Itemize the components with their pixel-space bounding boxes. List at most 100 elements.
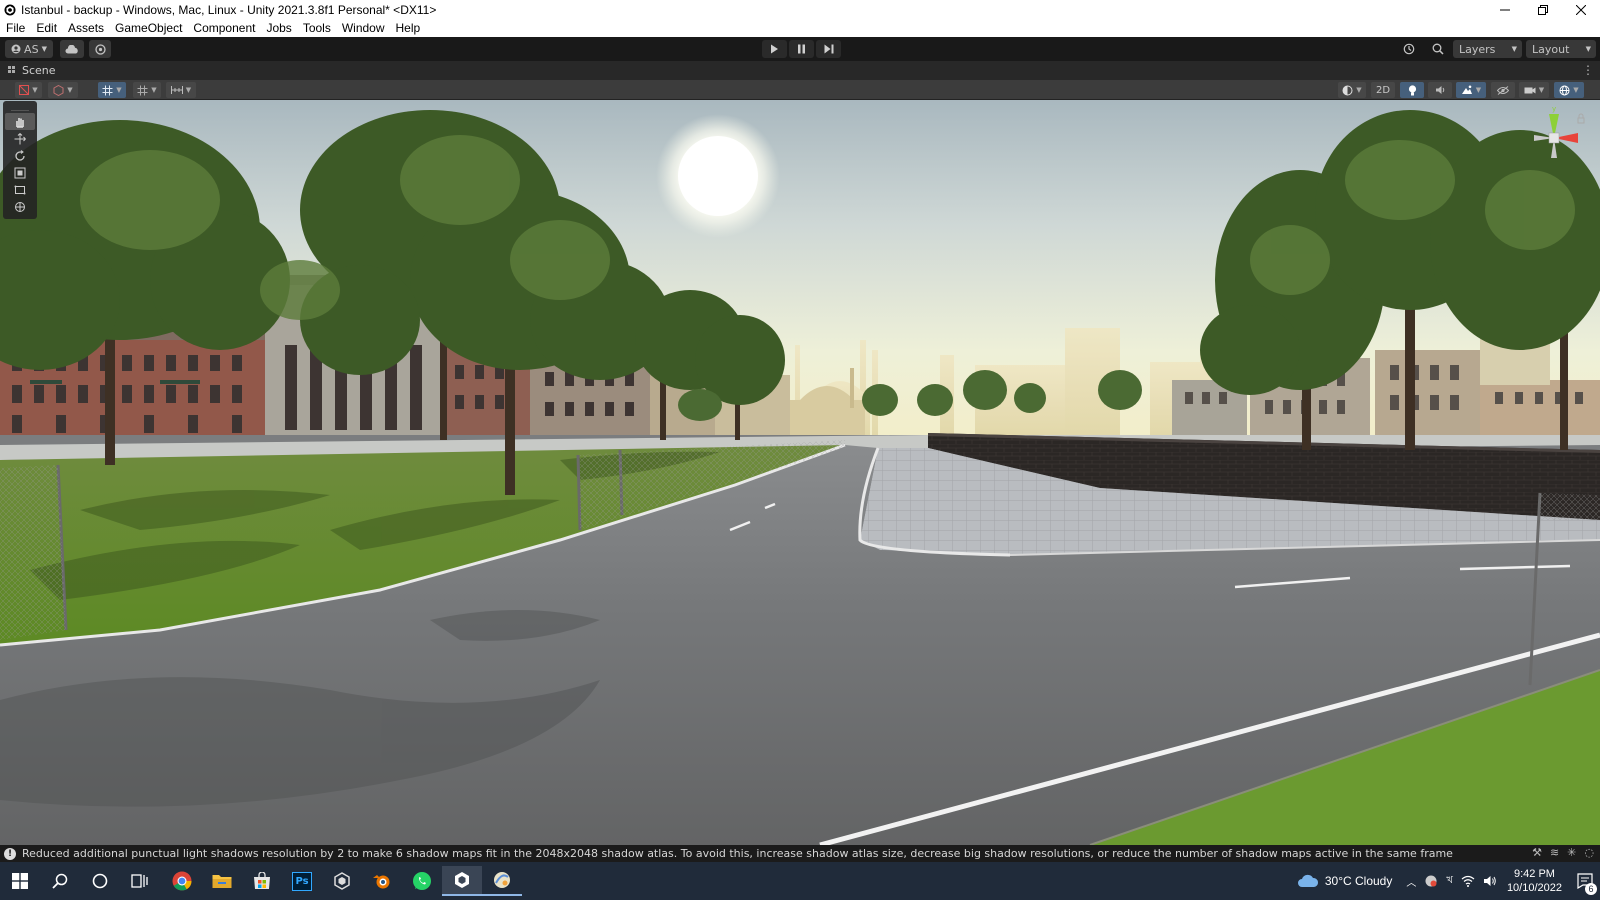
clock-date: 10/10/2022 bbox=[1506, 882, 1562, 894]
bug-icon[interactable]: ✳ bbox=[1567, 846, 1576, 859]
menu-assets[interactable]: Assets bbox=[64, 21, 108, 35]
restore-button[interactable] bbox=[1524, 0, 1562, 19]
effects-dropdown[interactable]: ▼ bbox=[1456, 82, 1486, 98]
menu-jobs[interactable]: Jobs bbox=[262, 21, 295, 35]
hand-tool-button[interactable] bbox=[5, 113, 35, 130]
start-button[interactable] bbox=[0, 866, 40, 896]
chevron-down-icon: ▼ bbox=[1585, 45, 1591, 53]
search-icon bbox=[1432, 43, 1444, 55]
unity-logo-icon bbox=[3, 3, 17, 17]
language-icon[interactable]: খ bbox=[1446, 873, 1453, 890]
taskbar-other-app[interactable] bbox=[482, 866, 522, 896]
scale-tool-icon bbox=[14, 167, 26, 178]
menu-component[interactable]: Component bbox=[189, 21, 259, 35]
menu-tools[interactable]: Tools bbox=[299, 21, 335, 35]
taskbar-unity-editor[interactable] bbox=[442, 866, 482, 896]
grid-visibility-dropdown[interactable]: ▼ bbox=[133, 82, 161, 98]
notification-center-button[interactable]: 6 bbox=[1570, 862, 1600, 900]
status-bar[interactable]: ! Reduced additional punctual light shad… bbox=[0, 845, 1600, 862]
menu-edit[interactable]: Edit bbox=[32, 21, 61, 35]
scene-viewport[interactable]: y bbox=[0, 100, 1600, 845]
chevron-down-icon: ▼ bbox=[1511, 45, 1517, 53]
windows-taskbar: Ps 30°C Cloudy ︿ খ 9:42 PM 10/10/2022 6 bbox=[0, 862, 1600, 900]
layers-label: Layers bbox=[1459, 42, 1496, 56]
shaded-mode-icon bbox=[19, 85, 30, 95]
taskbar-unity-hub[interactable] bbox=[322, 866, 362, 896]
render-mode-dropdown[interactable]: ▼ bbox=[1338, 82, 1366, 98]
main-toolbar: AS ▼ Layers ▼ Layout ▼ bbox=[0, 37, 1600, 61]
cloud-button[interactable] bbox=[60, 40, 84, 58]
tab-scene[interactable]: Scene bbox=[0, 64, 56, 77]
search-button[interactable] bbox=[1426, 40, 1450, 58]
taskbar-photoshop[interactable]: Ps bbox=[282, 866, 322, 896]
weather-text[interactable]: 30°C Cloudy bbox=[1325, 874, 1393, 888]
audio-toggle[interactable] bbox=[1428, 82, 1452, 98]
lighting-toggle[interactable] bbox=[1400, 82, 1424, 98]
play-button[interactable] bbox=[762, 40, 787, 58]
scene-tab-label: Scene bbox=[22, 64, 56, 77]
taskbar-whatsapp[interactable] bbox=[402, 866, 442, 896]
cortana-button[interactable] bbox=[80, 866, 120, 896]
progress-indicator-icon[interactable]: ⚒ bbox=[1532, 846, 1542, 859]
pause-button[interactable] bbox=[789, 40, 814, 58]
camera-settings-dropdown[interactable]: ▼ bbox=[1519, 82, 1549, 98]
transform-tool-button[interactable] bbox=[5, 198, 35, 215]
taskbar-blender[interactable] bbox=[362, 866, 402, 896]
view-options-dropdown[interactable]: ▼ bbox=[48, 82, 78, 98]
more-options-icon[interactable]: ⋮ bbox=[1582, 63, 1594, 77]
menu-file[interactable]: File bbox=[2, 21, 29, 35]
window-title: Istanbul - backup - Windows, Mac, Linux … bbox=[21, 2, 437, 17]
taskbar-file-explorer[interactable] bbox=[202, 866, 242, 896]
increment-snap-dropdown[interactable]: ▼ bbox=[166, 82, 196, 98]
cache-server-icon[interactable]: ≋ bbox=[1550, 846, 1559, 859]
volume-icon[interactable] bbox=[1483, 875, 1497, 887]
draw-mode-dropdown[interactable]: ▼ bbox=[15, 82, 42, 98]
camera-icon bbox=[1524, 87, 1536, 93]
wifi-icon[interactable] bbox=[1461, 875, 1475, 887]
layout-dropdown[interactable]: Layout ▼ bbox=[1526, 40, 1596, 58]
step-button[interactable] bbox=[816, 40, 841, 58]
hidden-objects-toggle[interactable] bbox=[1491, 82, 1515, 98]
tray-app-icon[interactable] bbox=[1424, 874, 1438, 888]
toggle-2d-button[interactable]: 2D bbox=[1371, 82, 1395, 98]
menu-bar: File Edit Assets GameObject Component Jo… bbox=[0, 19, 1600, 37]
clock[interactable]: 9:42 PM 10/10/2022 bbox=[1507, 867, 1562, 895]
taskbar-store[interactable] bbox=[242, 866, 282, 896]
hand-tool-icon bbox=[16, 117, 24, 128]
menu-gameobject[interactable]: GameObject bbox=[111, 21, 186, 35]
status-message: Reduced additional punctual light shadow… bbox=[22, 847, 1453, 860]
menu-window[interactable]: Window bbox=[338, 21, 389, 35]
taskbar-search-button[interactable] bbox=[40, 866, 80, 896]
rect-tool-button[interactable] bbox=[5, 181, 35, 198]
tray-expand-icon[interactable]: ︿ bbox=[1406, 874, 1416, 889]
scale-tool-button[interactable] bbox=[5, 164, 35, 181]
info-icon: ! bbox=[4, 847, 16, 860]
gizmos-dropdown[interactable]: ▼ bbox=[1554, 82, 1584, 98]
layout-label: Layout bbox=[1532, 42, 1570, 56]
account-dropdown[interactable]: AS ▼ bbox=[5, 40, 53, 58]
move-tool-icon bbox=[14, 132, 26, 144]
debug-mode-icon[interactable]: ◌ bbox=[1584, 846, 1594, 859]
collab-icon bbox=[94, 43, 106, 55]
collab-button[interactable] bbox=[89, 40, 111, 58]
close-button[interactable] bbox=[1562, 0, 1600, 19]
weather-cloud-icon bbox=[1297, 874, 1318, 887]
gizmo-tool-dropdown[interactable]: ▼ bbox=[98, 82, 126, 98]
whatsapp-icon bbox=[413, 872, 431, 890]
undo-history-button[interactable] bbox=[1397, 40, 1421, 58]
title-bar: Istanbul - backup - Windows, Mac, Linux … bbox=[0, 0, 1600, 19]
task-view-button[interactable] bbox=[120, 866, 160, 896]
taskbar-chrome[interactable] bbox=[162, 866, 202, 896]
account-label: AS bbox=[24, 42, 39, 56]
playmode-controls bbox=[762, 40, 841, 58]
menu-help[interactable]: Help bbox=[392, 21, 425, 35]
other-app-icon bbox=[494, 872, 510, 888]
minimize-button[interactable] bbox=[1486, 0, 1524, 19]
overlay-grip[interactable] bbox=[11, 105, 29, 111]
scene-toolbar: ▼ ▼ ▼ ▼ ▼ ▼ 2D ▼ ▼ ▼ bbox=[0, 80, 1600, 100]
move-tool-button[interactable] bbox=[5, 130, 35, 147]
layers-dropdown[interactable]: Layers ▼ bbox=[1453, 40, 1522, 58]
grid-snap-icon bbox=[102, 85, 113, 95]
ruler-icon bbox=[170, 86, 183, 94]
rotate-tool-button[interactable] bbox=[5, 147, 35, 164]
